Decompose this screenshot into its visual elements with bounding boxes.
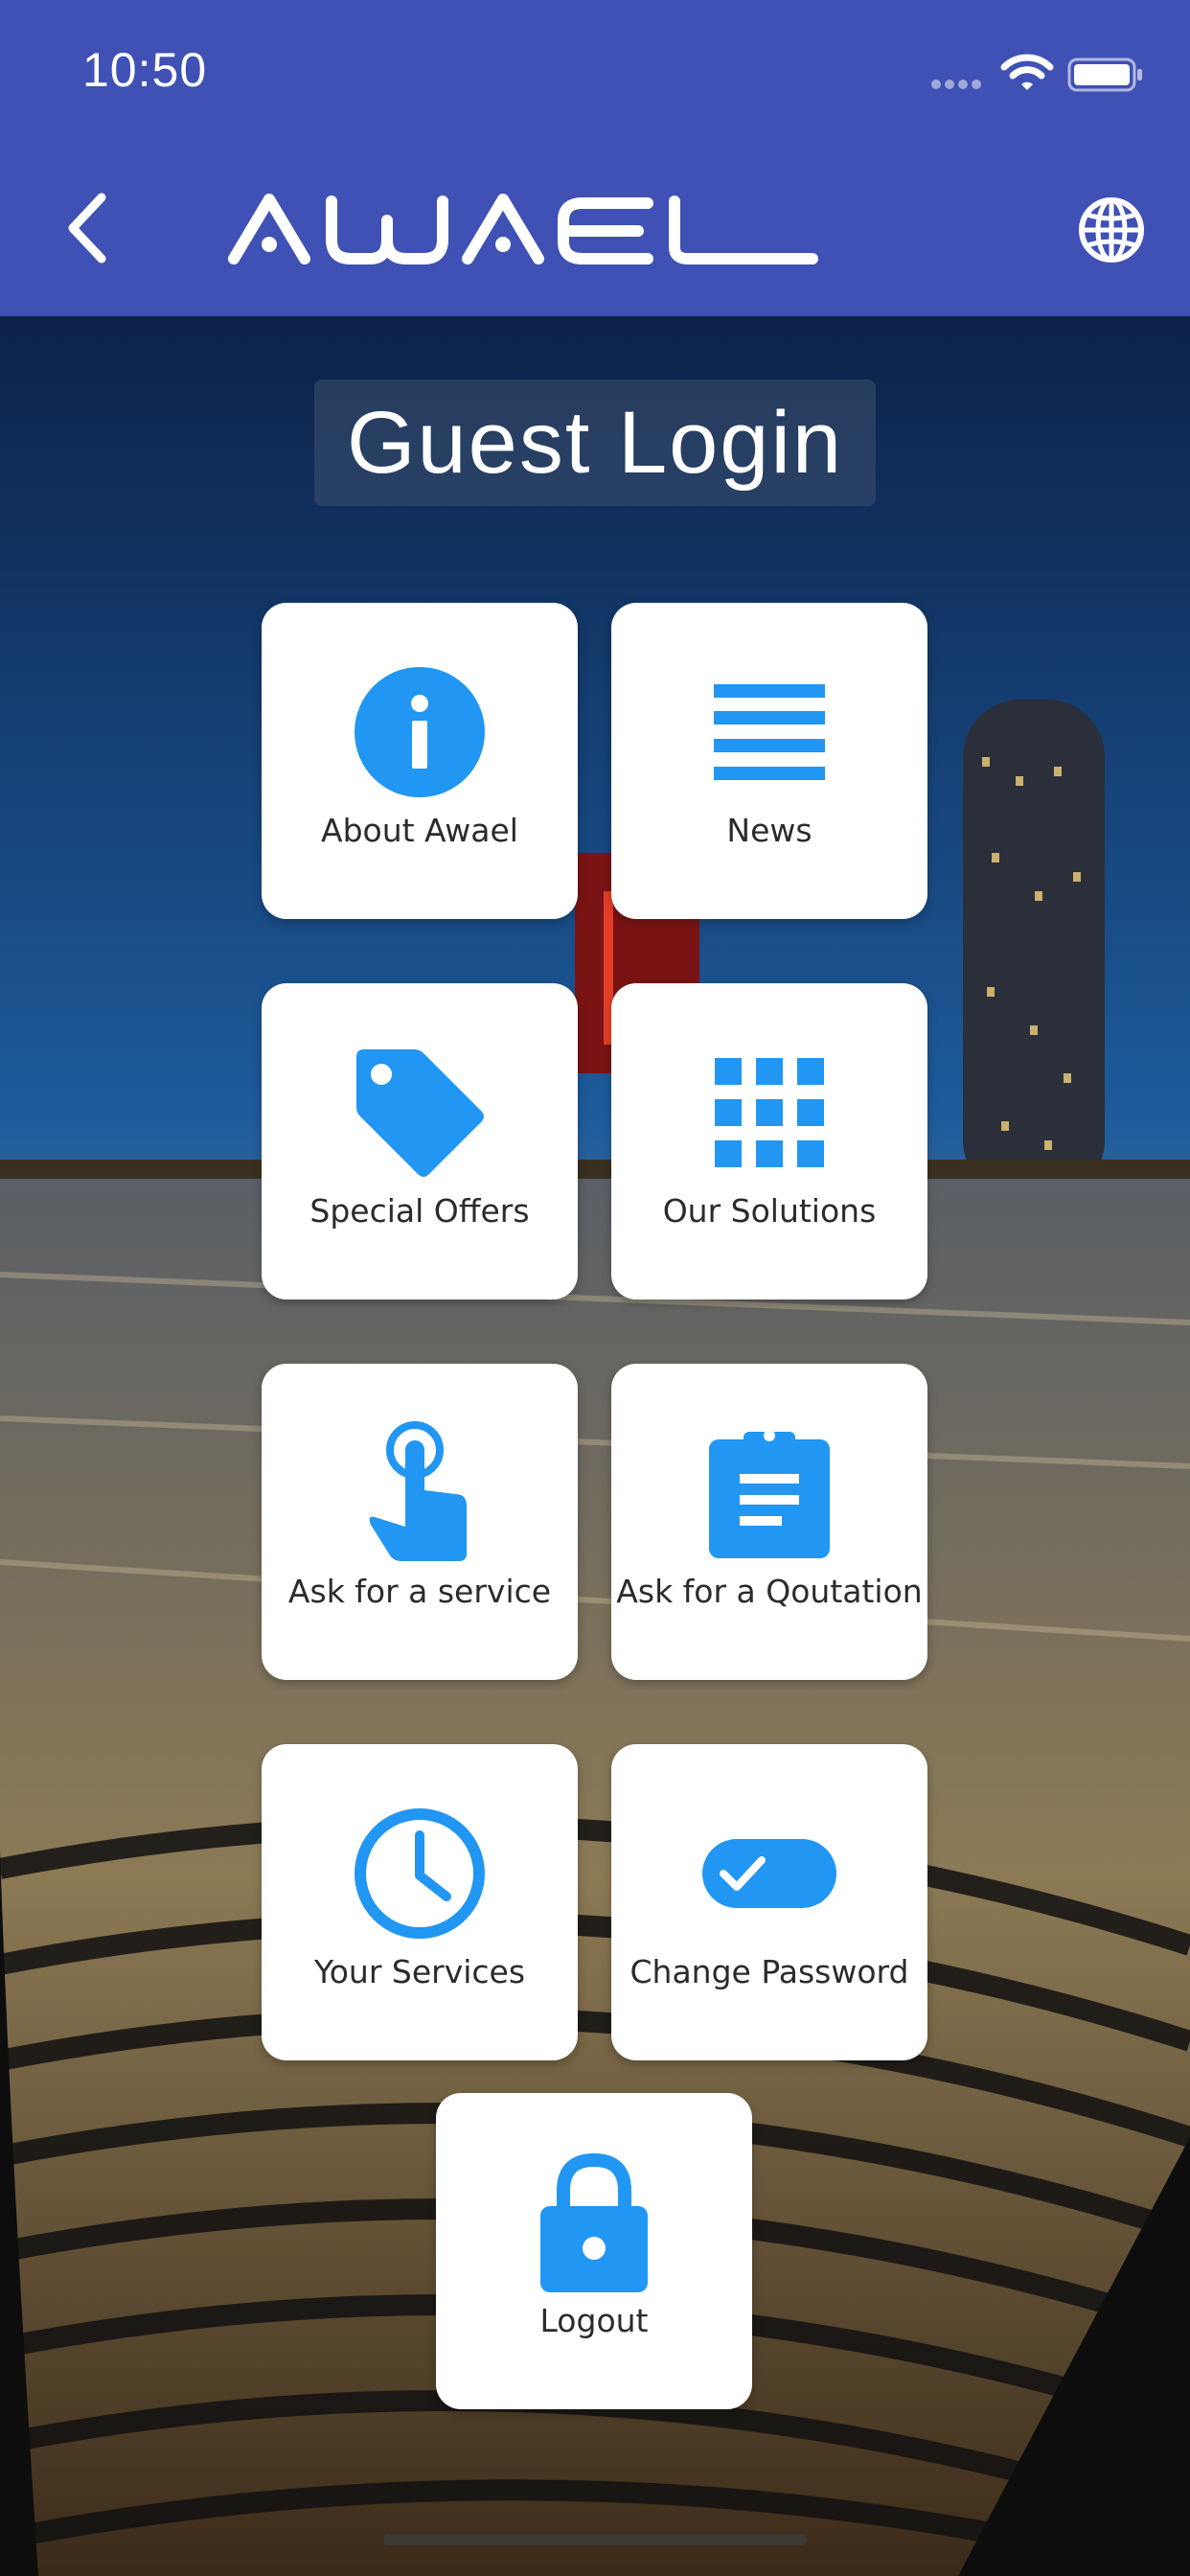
battery-icon xyxy=(1067,58,1142,92)
ask-for-quotation-tile[interactable]: Ask for a Qoutation xyxy=(611,1364,927,1680)
awael-logo xyxy=(228,194,818,264)
your-services-tile[interactable]: Your Services xyxy=(262,1744,578,2060)
logout-tile[interactable]: Logout xyxy=(436,2093,752,2409)
toggle-check-icon xyxy=(702,1839,836,1908)
page-title-container: Guest Login xyxy=(314,380,876,506)
back-arrow-icon[interactable] xyxy=(63,192,111,264)
tag-icon xyxy=(356,1049,484,1177)
ask-for-quotation-label: Ask for a Qoutation xyxy=(616,1573,923,1610)
ask-for-service-tile[interactable]: Ask for a service xyxy=(262,1364,578,1680)
our-solutions-tile[interactable]: Our Solutions xyxy=(611,983,927,1300)
home-indicator[interactable] xyxy=(383,2534,807,2545)
news-tile[interactable]: News xyxy=(611,603,927,919)
change-password-label: Change Password xyxy=(629,1953,909,1990)
special-offers-tile[interactable]: Special Offers xyxy=(262,983,578,1300)
status-time: 10:50 xyxy=(82,43,208,97)
wifi-icon xyxy=(1000,54,1054,90)
grid-icon xyxy=(715,1058,824,1167)
about-awael-tile[interactable]: About Awael xyxy=(262,603,578,919)
our-solutions-label: Our Solutions xyxy=(662,1192,877,1230)
list-icon xyxy=(714,684,825,780)
clipboard-icon xyxy=(709,1430,830,1558)
your-services-label: Your Services xyxy=(313,1953,526,1990)
hand-pointer-icon xyxy=(369,1421,467,1561)
special-offers-label: Special Offers xyxy=(309,1192,530,1230)
news-label: News xyxy=(726,812,812,849)
globe-language-icon[interactable] xyxy=(1077,196,1146,264)
about-awael-label: About Awael xyxy=(321,812,518,849)
clock-icon xyxy=(355,1808,485,1939)
cellular-signal-icon xyxy=(931,77,985,94)
lock-icon xyxy=(540,2152,648,2292)
info-icon xyxy=(355,667,485,797)
app-header: 10:50 xyxy=(0,0,1190,316)
page-title: Guest Login xyxy=(346,393,844,492)
ask-for-service-label: Ask for a service xyxy=(287,1573,552,1610)
change-password-tile[interactable]: Change Password xyxy=(611,1744,927,2060)
logout-label: Logout xyxy=(539,2302,649,2339)
